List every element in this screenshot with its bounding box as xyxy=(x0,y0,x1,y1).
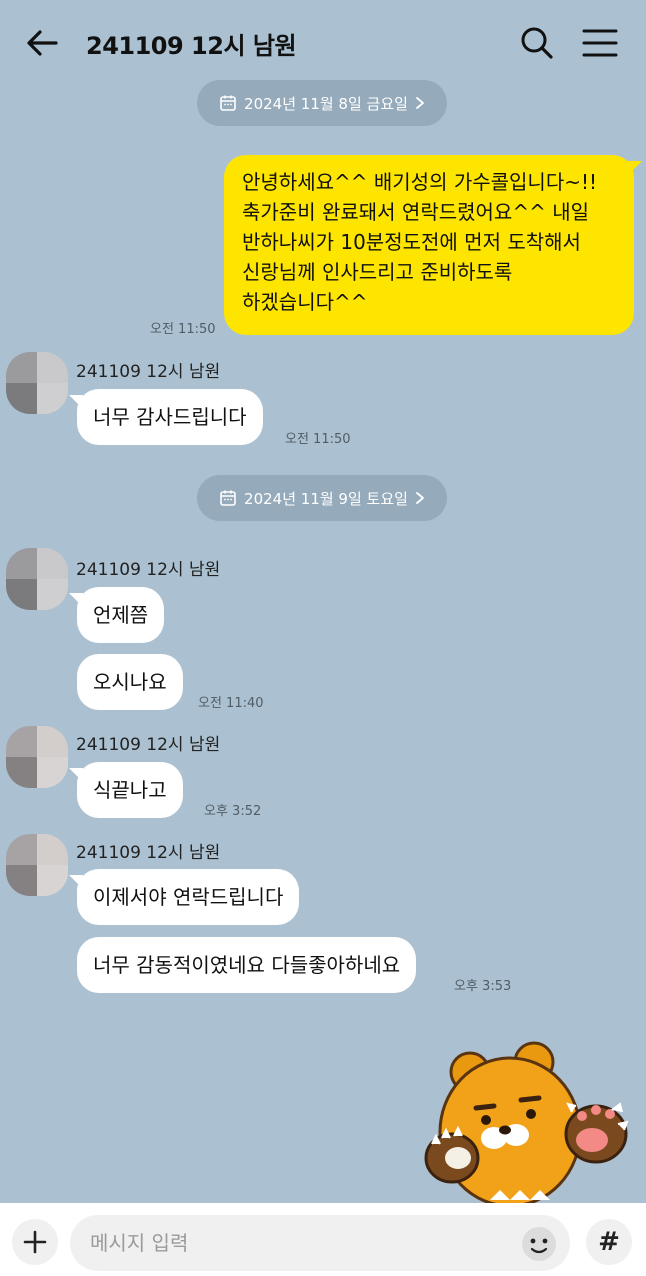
menu-icon[interactable] xyxy=(580,26,620,60)
my-message-bubble[interactable]: 안녕하세요^^ 배기성의 가수콜입니다~!! 축가준비 완료돼서 연락드렸어요^… xyxy=(224,155,642,335)
received-message-bubble[interactable]: 너무 감동적이였네요 다들좋아하네요 xyxy=(77,937,417,993)
search-icon[interactable] xyxy=(518,24,556,62)
received-message-bubble[interactable]: 언제쯤 xyxy=(68,587,165,643)
date-label: 2024년 11월 9일 토요일 xyxy=(244,489,408,508)
avatar[interactable] xyxy=(6,352,68,414)
avatar[interactable] xyxy=(6,726,68,788)
sender-name: 241109 12시 남원 xyxy=(76,735,221,755)
message-input[interactable] xyxy=(70,1215,570,1271)
calendar-icon xyxy=(220,95,236,111)
message-input-bar: # xyxy=(0,1203,646,1276)
received-message-bubble[interactable]: 오시나요 xyxy=(77,654,183,710)
received-message-bubble[interactable]: 식끝나고 xyxy=(69,762,183,818)
hashtag-button[interactable]: # xyxy=(586,1219,632,1265)
chevron-right-icon xyxy=(416,97,424,109)
avatar[interactable] xyxy=(6,548,68,610)
message-time: 오후 3:53 xyxy=(454,979,512,994)
plus-button[interactable] xyxy=(12,1219,58,1265)
message-time: 오전 11:50 xyxy=(150,322,216,337)
sender-name: 241109 12시 남원 xyxy=(76,560,221,580)
plus-icon xyxy=(23,1230,47,1254)
calendar-icon xyxy=(220,490,236,506)
chevron-right-icon xyxy=(416,492,424,504)
back-arrow-icon[interactable] xyxy=(22,24,62,64)
avatar[interactable] xyxy=(6,834,68,896)
top-bar: 241109 12시 남원 xyxy=(0,0,646,84)
chat-title: 241109 12시 남원 xyxy=(86,32,297,60)
date-divider[interactable]: 2024년 11월 8일 금요일 xyxy=(197,80,447,126)
message-time: 오전 11:40 xyxy=(198,696,264,711)
emoji-icon[interactable] xyxy=(520,1225,558,1263)
received-message-bubble[interactable]: 이제서야 연락드립니다 xyxy=(68,869,300,925)
message-time: 오후 3:52 xyxy=(204,804,262,819)
sender-name: 241109 12시 남원 xyxy=(76,843,221,863)
sender-name: 241109 12시 남원 xyxy=(76,362,221,382)
received-message-bubble[interactable]: 너무 감사드립니다 xyxy=(69,389,263,445)
message-time: 오전 11:50 xyxy=(285,432,351,447)
bear-sticker[interactable] xyxy=(420,1040,640,1210)
date-divider[interactable]: 2024년 11월 9일 토요일 xyxy=(197,475,447,521)
date-label: 2024년 11월 8일 금요일 xyxy=(244,94,408,113)
